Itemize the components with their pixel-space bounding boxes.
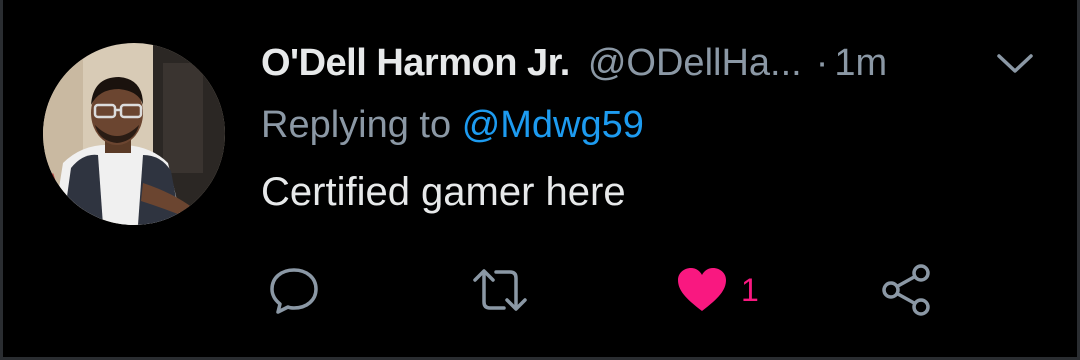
tweet-card[interactable]: O'Dell Harmon Jr. @ODellHa... · 1m Reply…: [0, 0, 1080, 360]
share-button[interactable]: [879, 262, 935, 318]
tweet-text: Certified gamer here: [261, 170, 626, 214]
like-count: 1: [741, 271, 759, 308]
tweet-header: O'Dell Harmon Jr. @ODellHa... · 1m: [261, 38, 1041, 88]
timestamp[interactable]: 1m: [834, 42, 887, 85]
user-handle[interactable]: @ODellHa...: [588, 42, 802, 85]
like-button[interactable]: 1: [675, 262, 759, 318]
heart-icon: [675, 265, 729, 315]
reply-prefix: Replying to: [261, 104, 452, 146]
reply-button[interactable]: [267, 262, 321, 318]
retweet-icon: [471, 264, 529, 316]
display-name[interactable]: O'Dell Harmon Jr.: [261, 42, 570, 85]
reply-mention-link[interactable]: @Mdwg59: [462, 104, 644, 146]
avatar[interactable]: [43, 43, 225, 225]
separator-dot: ·: [815, 41, 829, 84]
retweet-button[interactable]: [471, 262, 529, 318]
chevron-down-icon[interactable]: [993, 45, 1037, 81]
share-icon: [879, 262, 935, 318]
replying-to: Replying to @Mdwg59: [261, 104, 644, 147]
speech-bubble-icon: [267, 264, 321, 316]
